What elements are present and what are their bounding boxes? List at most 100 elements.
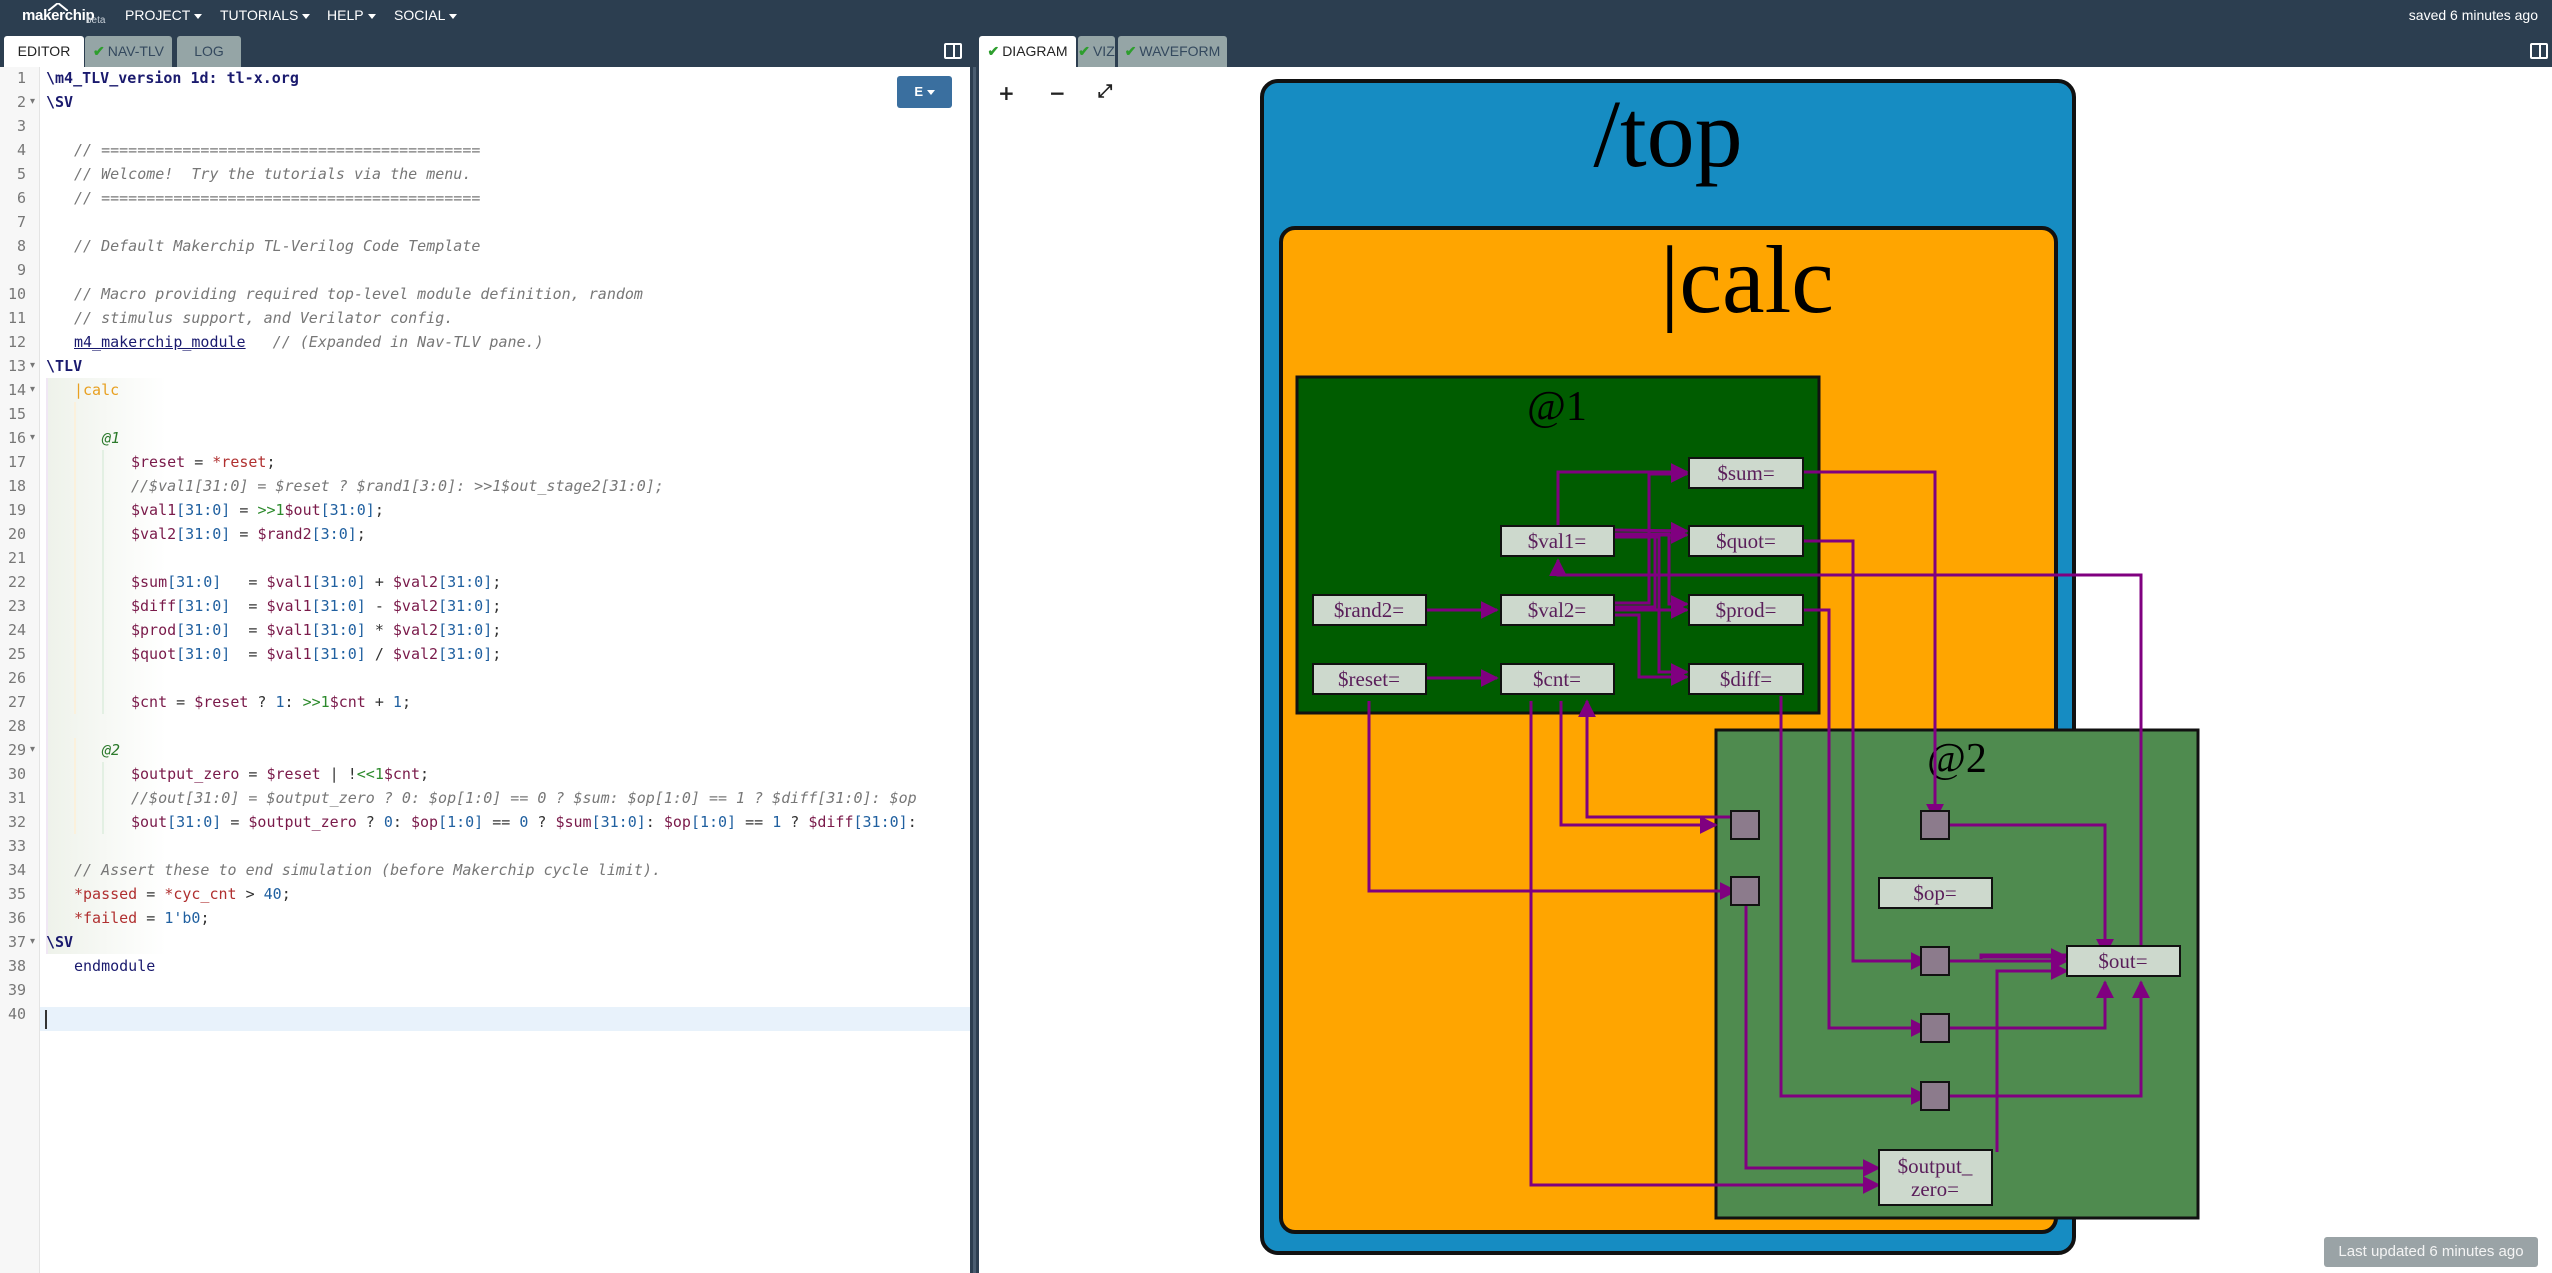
fold-toggle-icon[interactable]: ▾ bbox=[30, 426, 40, 450]
fold-toggle-icon[interactable]: ▾ bbox=[30, 354, 40, 378]
menu-social[interactable]: SOCIAL bbox=[394, 0, 458, 31]
tab-diagram[interactable]: ✔ DIAGRAM bbox=[979, 36, 1076, 67]
code-line: $output_zero = $reset | !<<1$cnt; bbox=[131, 762, 429, 786]
code-token: = bbox=[230, 645, 267, 663]
code-line: //$out[31:0] = $output_zero ? 0: $op[1:0… bbox=[131, 786, 917, 810]
node-sum-label: $sum= bbox=[1717, 461, 1774, 485]
menu-help[interactable]: HELP bbox=[327, 0, 376, 31]
code-line: *failed = 1'b0; bbox=[74, 906, 209, 930]
code-token: ? bbox=[781, 813, 809, 831]
code-comment: // =====================================… bbox=[74, 189, 481, 207]
code-token: ; bbox=[492, 621, 502, 639]
stage-token: @2 bbox=[102, 741, 121, 759]
node-op-label: $op= bbox=[1913, 881, 1956, 905]
menu-tutorials-label: TUTORIALS bbox=[220, 7, 299, 23]
diagram-pane[interactable]: + − ⤢ /top |calc @1 @2 $sum= $quot= $val… bbox=[979, 67, 2552, 1273]
code-token: [31:0] bbox=[311, 573, 366, 591]
line-number: 27 bbox=[7, 693, 26, 711]
line-number: 29 bbox=[7, 741, 26, 759]
code-line: $reset = *reset; bbox=[131, 450, 276, 474]
line-number: 10 bbox=[7, 285, 26, 303]
code-token: >>1 bbox=[302, 693, 330, 711]
code-token: 1 bbox=[275, 693, 285, 711]
code-token: ; bbox=[356, 525, 366, 543]
line-number: 16 bbox=[7, 429, 26, 447]
code-token: [3:0] bbox=[311, 525, 357, 543]
chevron-down-icon bbox=[302, 13, 311, 19]
tab-editor[interactable]: EDITOR bbox=[4, 36, 84, 67]
editor-options-button[interactable]: E bbox=[897, 76, 952, 108]
stage1-label: @1 bbox=[1527, 384, 1587, 430]
indent-guide bbox=[102, 762, 104, 834]
code-token: $val1 bbox=[266, 645, 312, 663]
panel-layout-icon[interactable] bbox=[944, 43, 962, 59]
fold-toggle-icon[interactable]: ▾ bbox=[30, 90, 40, 114]
panel-layout-icon[interactable] bbox=[2530, 43, 2548, 59]
code-token: [31:0] bbox=[853, 813, 908, 831]
line-number: 18 bbox=[7, 477, 26, 495]
code-token: ; bbox=[200, 909, 210, 927]
stage-port[interactable] bbox=[1920, 810, 1950, 840]
code-token: = bbox=[239, 765, 267, 783]
code-token: $val1 bbox=[266, 573, 312, 591]
node-quot-label: $quot= bbox=[1716, 529, 1776, 553]
code-line: // Assert these to end simulation (befor… bbox=[74, 858, 661, 882]
stage-port[interactable] bbox=[1730, 810, 1760, 840]
menu-project[interactable]: PROJECT bbox=[125, 0, 203, 31]
line-number: 39 bbox=[7, 981, 26, 999]
code-token: ? bbox=[528, 813, 556, 831]
stage-port[interactable] bbox=[1920, 946, 1950, 976]
code-comment: // (Expanded in Nav-TLV pane.) bbox=[245, 333, 544, 351]
code-line: $quot[31:0] = $val1[31:0] / $val2[31:0]; bbox=[131, 642, 501, 666]
code-token: \SV bbox=[46, 933, 74, 951]
tab-waveform-label: WAVEFORM bbox=[1139, 43, 1221, 59]
code-token: [1:0] bbox=[690, 813, 737, 831]
code-line: $out[31:0] = $output_zero ? 0: $op[1:0] … bbox=[131, 810, 917, 834]
code-editor[interactable]: 1 2 3 4 5 6 7 8 9 10 11 12 13 14 15 16 1… bbox=[0, 67, 970, 1273]
menu-tutorials[interactable]: TUTORIALS bbox=[220, 0, 311, 31]
code-line: $val1[31:0] = >>1$out[31:0]; bbox=[131, 498, 384, 522]
code-token: [31:0] bbox=[438, 645, 493, 663]
stage-port[interactable] bbox=[1920, 1081, 1950, 1111]
code-token: : bbox=[284, 693, 303, 711]
tab-waveform[interactable]: ✔ WAVEFORM bbox=[1118, 36, 1227, 67]
code-line: \SV bbox=[46, 90, 73, 114]
code-token: = bbox=[221, 813, 249, 831]
code-token: 40 bbox=[263, 885, 282, 903]
code-token: $val2 bbox=[392, 573, 439, 591]
code-token: *passed bbox=[74, 885, 138, 903]
code-token: [31:0] bbox=[311, 597, 366, 615]
code-token: : bbox=[645, 813, 664, 831]
node-diff-label: $diff= bbox=[1720, 667, 1772, 691]
viewer-tabbar: ✔ DIAGRAM ✔ VIZ ✔ WAVEFORM bbox=[979, 31, 2552, 67]
line-number: 1 bbox=[16, 69, 26, 87]
code-token: $val2 bbox=[392, 621, 439, 639]
code-comment: //$out[31:0] = $output_zero ? 0: $op[1:0… bbox=[131, 789, 917, 807]
code-token: $output_zero bbox=[248, 813, 357, 831]
tab-log[interactable]: LOG bbox=[177, 36, 241, 67]
stage-port[interactable] bbox=[1920, 1013, 1950, 1043]
code-line: endmodule bbox=[74, 954, 155, 978]
code-token: [31:0] bbox=[176, 621, 231, 639]
code-token: $out bbox=[131, 813, 168, 831]
tab-viz[interactable]: ✔ VIZ bbox=[1078, 36, 1115, 67]
tab-nav-tlv[interactable]: ✔ NAV-TLV bbox=[85, 36, 172, 67]
code-token: = bbox=[185, 453, 213, 471]
code-token: [31:0] bbox=[176, 501, 231, 519]
code-token: : bbox=[907, 813, 917, 831]
macro-link[interactable]: m4_makerchip_module bbox=[74, 333, 246, 351]
code-token: [31:0] bbox=[176, 525, 231, 543]
makerchip-logo[interactable]: makerchip beta bbox=[18, 3, 118, 29]
fold-toggle-icon[interactable]: ▾ bbox=[30, 930, 40, 954]
stage-port[interactable] bbox=[1730, 876, 1760, 906]
code-line: |calc bbox=[74, 378, 119, 402]
fold-toggle-icon[interactable]: ▾ bbox=[30, 378, 40, 402]
pane-divider-handle[interactable] bbox=[973, 67, 976, 1273]
editor-options-label: E bbox=[914, 84, 924, 99]
check-icon: ✔ bbox=[92, 43, 105, 59]
code-token: | ! bbox=[320, 765, 357, 783]
code-token: * bbox=[365, 621, 393, 639]
code-comment: // Macro providing required top-level mo… bbox=[74, 285, 643, 303]
fold-toggle-icon[interactable]: ▾ bbox=[30, 738, 40, 762]
code-token: $prod bbox=[131, 621, 177, 639]
